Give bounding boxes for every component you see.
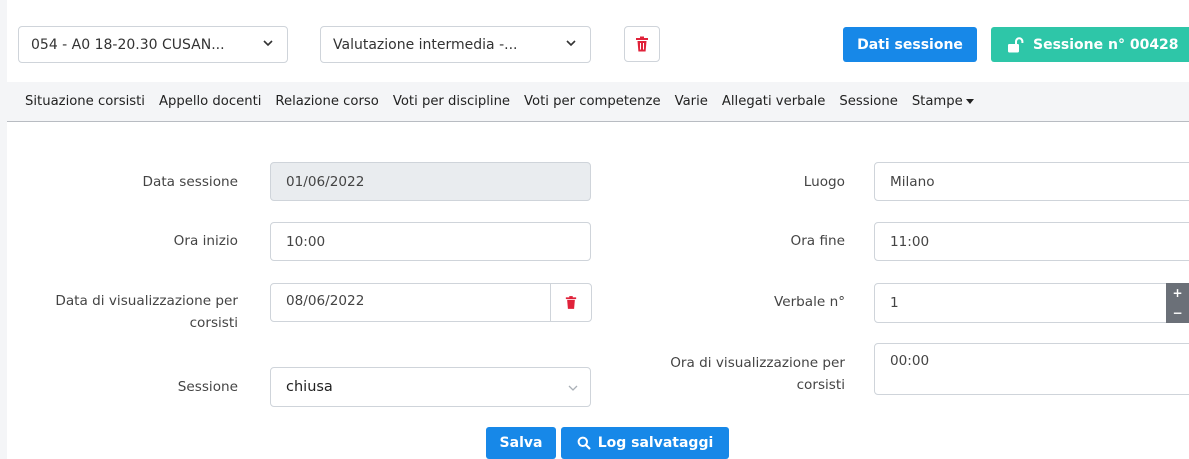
session-number-label: Sessione n° 00428	[1033, 36, 1179, 53]
save-button[interactable]: Salva	[486, 427, 556, 459]
data-visualizzazione-label-line1: Data di visualizzazione per	[55, 293, 238, 309]
menu-item-appello-docenti[interactable]: Appello docenti	[159, 94, 261, 109]
data-visualizzazione-label-line2: corsisti	[189, 315, 238, 331]
ora-visualizzazione-label: Ora di visualizzazione per corsisti	[600, 352, 845, 396]
data-sessione-field[interactable]: 01/06/2022	[270, 162, 591, 201]
menu-item-varie[interactable]: Varie	[675, 94, 708, 109]
menu-item-allegati-verbale[interactable]: Allegati verbale	[722, 94, 826, 109]
trash-icon	[636, 36, 648, 52]
data-visualizzazione-value: 08/06/2022	[286, 293, 365, 309]
ora-visualizzazione-label-line2: corsisti	[796, 377, 845, 393]
search-icon	[577, 436, 591, 450]
session-data-button[interactable]: Dati sessione	[843, 27, 977, 62]
verbale-label: Verbale n°	[773, 294, 845, 310]
ora-visualizzazione-label-line1: Ora di visualizzazione per	[670, 355, 845, 371]
caret-down-icon	[965, 98, 974, 104]
luogo-label: Luogo	[803, 174, 845, 190]
session-number-button[interactable]: Sessione n° 00428	[991, 27, 1189, 62]
course-select-value: 054 - A0 18-20.30 CUSAN...	[31, 36, 225, 53]
menu-item-voti-discipline[interactable]: Voti per discipline	[393, 94, 510, 109]
course-select[interactable]: 054 - A0 18-20.30 CUSAN...	[18, 26, 288, 63]
session-menu: Situazione corsisti Appello docenti Rela…	[7, 82, 1189, 122]
ora-fine-value: 11:00	[890, 233, 930, 250]
menu-item-stampe-label: Stampe	[911, 94, 963, 109]
delete-button[interactable]	[624, 26, 660, 62]
luogo-value: Milano	[890, 173, 935, 190]
trash-icon	[565, 296, 577, 309]
ora-fine-field[interactable]: 11:00	[874, 222, 1189, 261]
menu-item-situazione-corsisti[interactable]: Situazione corsisti	[25, 94, 145, 109]
chevron-down-icon	[568, 385, 578, 391]
sessione-label: Sessione	[177, 379, 238, 395]
ora-fine-label: Ora fine	[790, 233, 845, 249]
type-select[interactable]: Valutazione intermedia -...	[320, 26, 591, 63]
sessione-select[interactable]: chiusa	[270, 367, 591, 407]
luogo-field[interactable]: Milano	[874, 162, 1189, 201]
verbale-stepper[interactable]: + −	[1166, 283, 1189, 323]
unlock-icon	[1008, 36, 1024, 52]
ora-inizio-field[interactable]: 10:00	[270, 222, 591, 261]
menu-item-relazione-corso[interactable]: Relazione corso	[275, 94, 378, 109]
left-strip	[0, 0, 7, 459]
menu-item-stampe[interactable]: Stampe	[912, 94, 974, 109]
clear-date-button[interactable]	[550, 283, 592, 322]
type-select-value: Valutazione intermedia -...	[333, 36, 518, 53]
chevron-down-icon	[566, 40, 576, 47]
sessione-select-value: chiusa	[286, 379, 333, 395]
ora-visualizzazione-field[interactable]: 00:00	[874, 343, 1189, 395]
ora-visualizzazione-value: 00:00	[890, 353, 930, 369]
chevron-down-icon	[263, 40, 273, 47]
menu-item-sessione[interactable]: Sessione	[839, 94, 897, 109]
data-visualizzazione-label: Data di visualizzazione per corsisti	[10, 290, 238, 334]
ora-inizio-value: 10:00	[286, 233, 326, 250]
verbale-value: 1	[890, 295, 899, 311]
verbale-field[interactable]: 1	[874, 283, 1168, 323]
minus-icon[interactable]: −	[1172, 306, 1182, 320]
session-data-label: Dati sessione	[857, 36, 963, 53]
menu-item-voti-competenze[interactable]: Voti per competenze	[524, 94, 661, 109]
save-label: Salva	[499, 435, 543, 451]
data-visualizzazione-field[interactable]: 08/06/2022	[270, 283, 551, 322]
ora-inizio-label: Ora inizio	[173, 233, 238, 249]
data-sessione-label: Data sessione	[142, 174, 238, 190]
data-sessione-value: 01/06/2022	[286, 173, 365, 190]
log-salvataggi-label: Log salvataggi	[597, 435, 714, 451]
log-salvataggi-button[interactable]: Log salvataggi	[561, 427, 729, 459]
plus-icon[interactable]: +	[1172, 286, 1182, 300]
